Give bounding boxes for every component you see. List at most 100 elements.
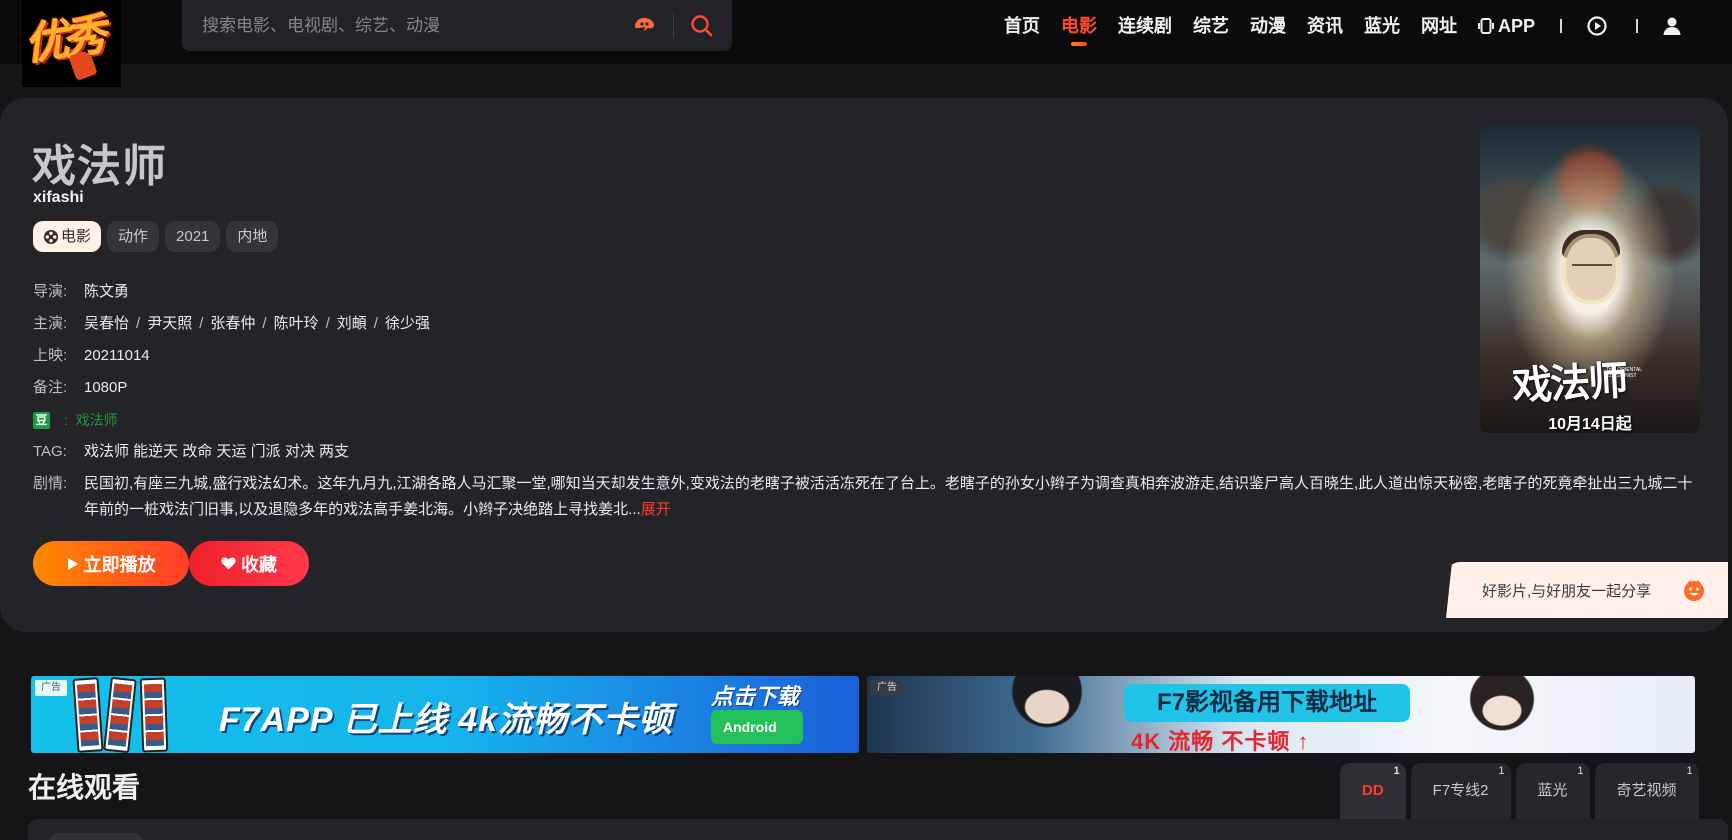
- movie-detail-card: 戏法师 xifashi 电影 动作 2021 内地 导演: 陈文勇 主演: 吴春…: [0, 98, 1728, 632]
- favorite-button[interactable]: 收藏: [189, 541, 309, 586]
- ad-banner-app[interactable]: 广告 F7APP 已上线 4k流畅不卡顿 点击下载 Android: [31, 676, 859, 753]
- tag-label: TAG:: [33, 443, 67, 460]
- source-tab-label: 蓝光: [1537, 782, 1568, 799]
- nav-anime[interactable]: 动漫: [1250, 0, 1286, 52]
- tag-values: 戏法师 能逆天 改命 天运 门派 对决 两支: [84, 443, 350, 460]
- ad-label: 广告: [35, 680, 67, 696]
- cast-list: 吴春怡 / 尹天照 / 张春仲 / 陈叶玲 / 刘頔 / 徐少强: [84, 315, 430, 332]
- remark-label: 备注:: [33, 379, 68, 396]
- douban-icon: 豆: [33, 411, 50, 429]
- plot-label: 剧情:: [33, 475, 68, 492]
- nav-app-label: APP: [1498, 16, 1536, 36]
- share-bar[interactable]: 好影片,与好朋友一起分享: [1446, 562, 1728, 618]
- new-badge: +: [1458, 0, 1464, 2]
- remark-row: 备注: 1080P: [33, 372, 1693, 404]
- tag-genre[interactable]: 动作: [107, 221, 160, 252]
- tag-category[interactable]: 电影: [33, 221, 102, 252]
- cast-link[interactable]: 尹天照: [147, 315, 192, 332]
- history-play-icon[interactable]: [1586, 15, 1608, 37]
- source-count: 1: [1686, 765, 1693, 777]
- cast-link[interactable]: 刘頔: [337, 315, 367, 332]
- movie-tags: 电影 动作 2021 内地: [33, 221, 284, 252]
- episode-button[interactable]: [50, 833, 142, 840]
- director-label: 导演:: [33, 283, 68, 300]
- release-date: 20211014: [84, 347, 150, 364]
- expand-link[interactable]: 展开: [641, 501, 671, 518]
- cast-link[interactable]: 吴春怡: [84, 315, 129, 332]
- source-tab-label: F7专线2: [1432, 782, 1489, 799]
- nav-urls-label: 网址: [1421, 16, 1457, 36]
- source-count: 1: [1498, 765, 1505, 777]
- ad-banner-mirror[interactable]: 广告 F7影视备用下载地址 4K 流畅 不卡顿 ↑: [867, 676, 1695, 753]
- cast-link[interactable]: 陈叶玲: [274, 315, 319, 332]
- source-tab-dd[interactable]: DD 1: [1340, 763, 1406, 819]
- smiley-share-icon: [1682, 578, 1706, 602]
- phone-mockups: [72, 676, 175, 753]
- actress-image: [1447, 676, 1557, 753]
- douban-row: 豆 : 戏法师: [33, 404, 1693, 436]
- play-button[interactable]: 立即播放: [33, 541, 189, 586]
- ad-download-text: 点击下载: [711, 684, 800, 709]
- movie-poster[interactable]: 戏法师 THE ORIENTAL ILLUSIONIST 10月14日起: [1480, 126, 1700, 433]
- nav-divider: [1636, 19, 1639, 33]
- source-tab-iqiyi[interactable]: 奇艺视频 1: [1594, 763, 1699, 819]
- nav-movie[interactable]: 电影: [1061, 0, 1097, 52]
- release-row: 上映: 20211014: [33, 340, 1693, 372]
- phone-image: [139, 677, 169, 753]
- poster-title: 戏法师: [1511, 357, 1628, 410]
- nav-app[interactable]: APP: [1478, 0, 1535, 52]
- source-tab-label: DD: [1362, 782, 1384, 799]
- movie-info: 导演: 陈文勇 主演: 吴春怡 / 尹天照 / 张春仲 / 陈叶玲 / 刘頔 / 徐少强 上映: 2…: [33, 276, 1693, 523]
- search-bar: [182, 0, 732, 51]
- plot-row: 剧情: 民国初,有座三九城,盛行戏法幻术。这年九月九,江湖各路人马汇聚一堂,哪知…: [33, 468, 1693, 523]
- phone-image: [72, 677, 104, 753]
- nav-home[interactable]: 首页: [1004, 0, 1040, 52]
- release-label: 上映:: [33, 347, 68, 364]
- main-nav: 首页 电影 连续剧 综艺 动漫 资讯 蓝光 网址 + APP: [1004, 0, 1708, 52]
- remark-value: 1080P: [84, 379, 128, 396]
- source-tab-label: 奇艺视频: [1616, 782, 1677, 799]
- tag-year[interactable]: 2021: [165, 221, 221, 252]
- source-tab-f7[interactable]: F7专线2 1: [1410, 763, 1511, 819]
- cast-link[interactable]: 张春仲: [210, 315, 255, 332]
- nav-news[interactable]: 资讯: [1307, 0, 1343, 52]
- top-header: 首页 电影 连续剧 综艺 动漫 资讯 蓝光 网址 + APP: [0, 0, 1732, 64]
- nav-urls[interactable]: 网址 +: [1421, 0, 1464, 52]
- director-link[interactable]: 陈文勇: [84, 276, 129, 308]
- heart-icon: [221, 557, 236, 570]
- voice-icon[interactable]: [632, 14, 658, 36]
- film-reel-icon: [44, 229, 58, 244]
- nav-series[interactable]: 连续剧: [1118, 0, 1172, 52]
- play-icon: [67, 557, 78, 570]
- poster-figure: [1572, 264, 1612, 272]
- plot-text: 民国初,有座三九城,盛行戏法幻术。这年九月九,江湖各路人马汇聚一堂,哪知当天却发…: [84, 471, 1693, 523]
- play-button-label: 立即播放: [83, 554, 156, 575]
- nav-divider: [1560, 19, 1563, 33]
- cast-label: 主演:: [33, 315, 68, 332]
- douban-title: 戏法师: [75, 412, 118, 428]
- android-download-button[interactable]: Android: [711, 710, 803, 744]
- director-row: 导演: 陈文勇: [33, 276, 1693, 308]
- search-input[interactable]: [202, 14, 622, 38]
- poster-english-title: THE ORIENTAL ILLUSIONIST: [1606, 367, 1642, 379]
- online-watch-title: 在线观看: [28, 772, 141, 803]
- share-text: 好影片,与好朋友一起分享: [1482, 582, 1652, 600]
- plot-summary: 民国初,有座三九城,盛行戏法幻术。这年九月九,江湖各路人马汇聚一堂,哪知当天却发…: [84, 475, 1693, 518]
- cast-link[interactable]: 徐少强: [385, 315, 430, 332]
- nav-bluray[interactable]: 蓝光: [1364, 0, 1400, 52]
- site-logo[interactable]: 优秀: [22, 0, 121, 87]
- source-tab-bluray[interactable]: 蓝光 1: [1515, 763, 1590, 819]
- ad-headline: F7APP 已上线 4k流畅不卡顿: [219, 701, 674, 739]
- tag-row: TAG: 戏法师 能逆天 改命 天运 门派 对决 两支: [33, 436, 1693, 468]
- source-count: 1: [1577, 765, 1584, 777]
- movie-title: 戏法师: [32, 141, 167, 192]
- douban-link[interactable]: : 戏法师: [64, 404, 118, 436]
- episode-panel: [28, 819, 1728, 840]
- source-count: 1: [1393, 765, 1400, 777]
- tag-region[interactable]: 内地: [226, 221, 279, 252]
- app-icon: [1478, 18, 1494, 34]
- user-icon[interactable]: [1662, 15, 1684, 37]
- nav-variety[interactable]: 综艺: [1193, 0, 1229, 52]
- douban-sep: :: [64, 412, 68, 428]
- search-icon[interactable]: [688, 12, 716, 40]
